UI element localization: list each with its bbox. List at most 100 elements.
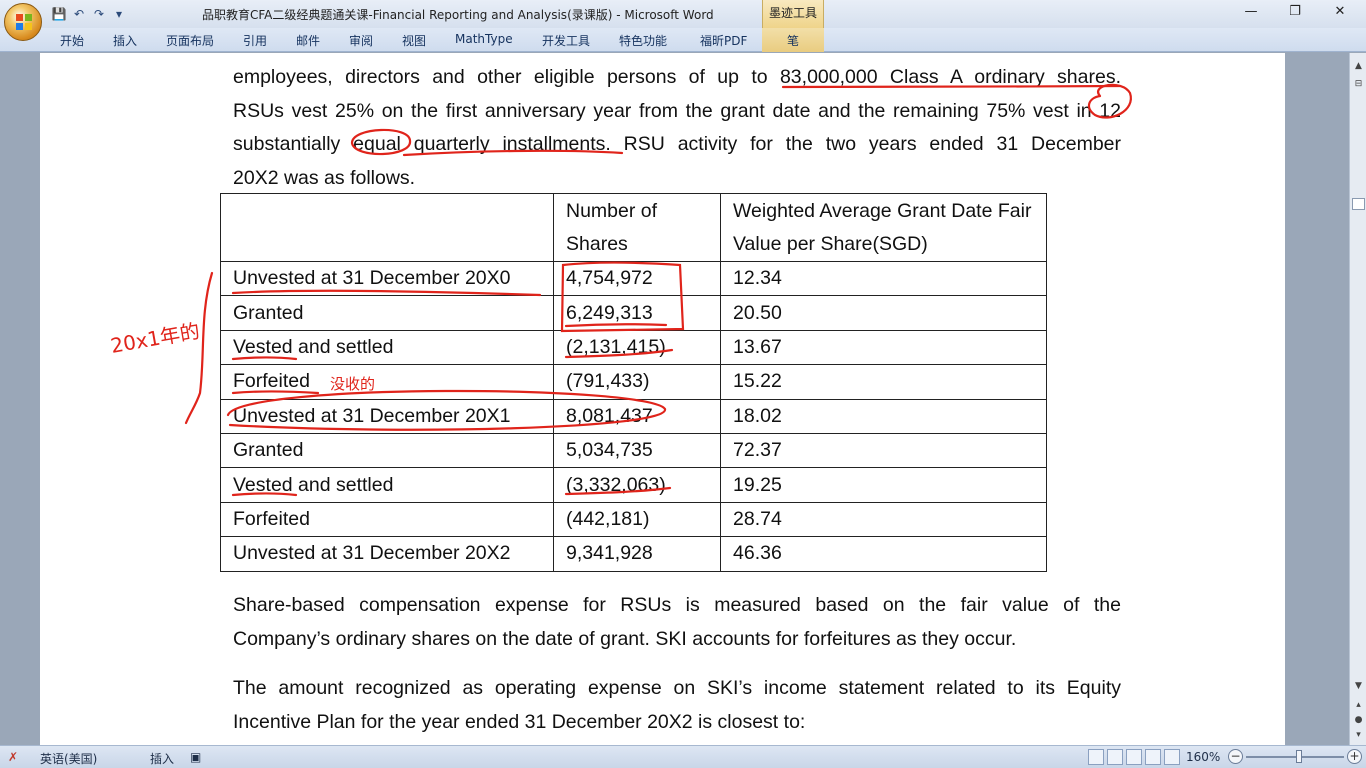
next-page-icon[interactable]: ▾ [1352, 728, 1365, 742]
text-line: The amount recognized as operating expen… [233, 677, 1121, 699]
language-indicator[interactable]: 英语(美国) [40, 750, 97, 767]
tab-home[interactable]: 开始 [60, 32, 84, 49]
select-browse-object-icon[interactable]: ● [1352, 713, 1365, 727]
scroll-up-icon[interactable]: ▲ [1352, 59, 1365, 73]
paragraph-expense-measurement: Share-based compensation expense for RSU… [233, 589, 1121, 656]
vertical-scrollbar[interactable]: ▲ ⊟ ▼ ▴ ● ▾ [1349, 53, 1366, 745]
row-label: Forfeited [220, 501, 554, 538]
table-row: Forfeited (442,181) 28.74 [220, 501, 1047, 538]
shares-cell: (2,131,415) [553, 329, 721, 366]
office-logo-icon [16, 14, 32, 30]
table-row: Unvested at 31 December 20X1 8,081,437 18.… [220, 398, 1047, 434]
table-row: Vested and settled (2,131,415) 13.67 [220, 329, 1047, 366]
fair-value-cell: 13.67 [720, 329, 1047, 366]
print-layout-view-button[interactable] [1088, 749, 1104, 765]
restore-button[interactable]: ❐ [1280, 4, 1310, 22]
document-workspace: employees, directors and other eligible … [0, 53, 1349, 745]
text-line: Company’s ordinary shares on the date of… [233, 627, 1017, 650]
row-label: Vested and settled [220, 329, 554, 366]
tab-review[interactable]: 审阅 [349, 32, 373, 49]
minimize-button[interactable]: — [1236, 4, 1266, 22]
draft-view-button[interactable] [1164, 749, 1180, 765]
zoom-slider[interactable] [1246, 756, 1344, 758]
row-label: Unvested at 31 December 20X0 [220, 260, 554, 297]
ruler-toggle-icon[interactable]: ⊟ [1352, 77, 1365, 91]
fair-value-cell: 20.50 [720, 295, 1047, 331]
tab-page-layout[interactable]: 页面布局 [166, 32, 214, 49]
shares-cell: 5,034,735 [553, 432, 721, 469]
shares-cell: (3,332,063) [553, 467, 721, 503]
row-label: Vested and settled [220, 467, 554, 503]
shares-cell: (442,181) [553, 501, 721, 538]
row-label: Granted [220, 295, 554, 331]
table-row: Unvested at 31 December 20X0 4,754,972 12.… [220, 260, 1047, 297]
zoom-in-icon[interactable]: + [1347, 749, 1362, 764]
tab-pen[interactable]: 笔 [787, 32, 799, 49]
fair-value-cell: 12.34 [720, 260, 1047, 297]
text-line: Incentive Plan for the year ended 31 Dec… [233, 710, 806, 733]
text-line: Share-based compensation expense for RSU… [233, 594, 1121, 616]
table-row: Granted 6,249,313 20.50 [220, 295, 1047, 331]
customize-toolbar-icon[interactable]: ▾ [110, 5, 128, 23]
tab-foxit-pdf[interactable]: 福昕PDF [700, 32, 747, 49]
text-line: employees, directors and other eligible … [233, 66, 1121, 88]
table-row: Granted 5,034,735 72.37 [220, 432, 1047, 469]
title-bar: 💾 ↶ ↷ ▾ 品职教育CFA二级经典题通关课-Financial Report… [0, 0, 1366, 28]
tab-insert[interactable]: 插入 [113, 32, 137, 49]
tab-mailings[interactable]: 邮件 [296, 32, 320, 49]
macro-record-icon[interactable]: ▣ [190, 750, 201, 764]
word-window: 💾 ↶ ↷ ▾ 品职教育CFA二级经典题通关课-Financial Report… [0, 0, 1366, 768]
shares-cell: 9,341,928 [553, 536, 721, 572]
office-button[interactable] [4, 3, 42, 41]
fair-value-cell: 15.22 [720, 364, 1047, 400]
tab-view[interactable]: 视图 [402, 32, 426, 49]
zoom-level[interactable]: 160% [1186, 750, 1220, 764]
zoom-out-icon[interactable]: − [1228, 749, 1243, 764]
previous-page-icon[interactable]: ▴ [1352, 698, 1365, 712]
fair-value-cell: 19.25 [720, 467, 1047, 503]
fair-value-cell: 28.74 [720, 501, 1047, 538]
paragraph-question: The amount recognized as operating expen… [233, 672, 1121, 739]
save-icon[interactable]: 💾 [50, 5, 68, 23]
rsu-activity-table: Number of Shares Weighted Average Grant … [220, 193, 1047, 572]
scroll-down-icon[interactable]: ▼ [1352, 679, 1365, 693]
tab-mathtype[interactable]: MathType [455, 32, 513, 46]
row-label: Granted [220, 432, 554, 469]
header-cell: Weighted Average Grant Date Fair Value p… [720, 193, 1047, 262]
header-cell: Number of Shares [553, 193, 721, 262]
tab-features[interactable]: 特色功能 [619, 32, 667, 49]
header-cell [220, 193, 554, 262]
full-screen-reading-view-button[interactable] [1107, 749, 1123, 765]
outline-view-button[interactable] [1145, 749, 1161, 765]
shares-cell: (791,433) [553, 364, 721, 400]
window-title: 品职教育CFA二级经典题通关课-Financial Reporting and … [202, 8, 714, 22]
shares-cell: 4,754,972 [553, 260, 721, 297]
text-line: 20X2 was as follows. [233, 166, 416, 189]
fair-value-cell: 18.02 [720, 398, 1047, 434]
web-layout-view-button[interactable] [1126, 749, 1142, 765]
close-button[interactable]: ✕ [1325, 4, 1355, 22]
row-label: Unvested at 31 December 20X2 [220, 536, 554, 572]
ink-tools-context-label: 墨迹工具 [762, 0, 824, 28]
table-header-row: Number of Shares Weighted Average Grant … [220, 193, 1047, 262]
spelling-check-icon[interactable]: ✗ [8, 750, 18, 764]
row-label: Forfeited [220, 364, 554, 400]
tab-references[interactable]: 引用 [243, 32, 267, 49]
insert-mode-indicator[interactable]: 插入 [150, 750, 174, 767]
scroll-thumb[interactable] [1352, 198, 1365, 210]
tab-developer[interactable]: 开发工具 [542, 32, 590, 49]
ribbon-tab-strip: 开始 插入 页面布局 引用 邮件 审阅 视图 MathType 开发工具 特色功… [0, 28, 1366, 52]
text-line: RSUs vest 25% on the first anniversary y… [233, 99, 1121, 122]
table-row: Unvested at 31 December 20X2 9,341,928 46.… [220, 536, 1047, 572]
text-line: substantially equal quarterly installmen… [233, 133, 1121, 155]
document-page[interactable]: employees, directors and other eligible … [40, 53, 1285, 745]
fair-value-cell: 46.36 [720, 536, 1047, 572]
table-row: Forfeited (791,433) 15.22 [220, 364, 1047, 400]
zoom-slider-knob[interactable] [1296, 750, 1302, 763]
undo-icon[interactable]: ↶ [70, 5, 88, 23]
row-label: Unvested at 31 December 20X1 [220, 398, 554, 434]
shares-cell: 8,081,437 [553, 398, 721, 434]
paragraph-rsu-terms: employees, directors and other eligible … [233, 61, 1121, 195]
redo-icon[interactable]: ↷ [90, 5, 108, 23]
status-bar: ✗ 英语(美国) 插入 ▣ 160% − + [0, 745, 1366, 768]
